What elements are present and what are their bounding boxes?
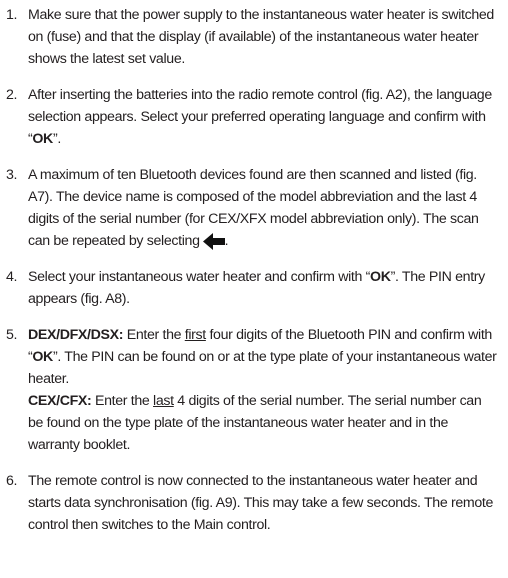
ok-key-label: OK: [370, 269, 391, 285]
step-body: Select your instantaneous water heater a…: [28, 266, 498, 310]
underlined-word-first: first: [184, 327, 206, 343]
step-text: A maximum of ten Bluetooth devices found…: [28, 167, 479, 249]
step-number: 5.: [6, 327, 18, 343]
ok-key-label: OK: [32, 349, 53, 365]
instruction-document: 1. Make sure that the power supply to th…: [0, 0, 508, 536]
step-text: Enter the: [123, 327, 185, 343]
step-4: 4. Select your instantaneous water heate…: [6, 266, 498, 310]
step-body: A maximum of ten Bluetooth devices found…: [28, 164, 498, 252]
step-text: Select your instantaneous water heater a…: [28, 269, 371, 285]
step-number: 4.: [6, 269, 18, 285]
step-text: Make sure that the power supply to the i…: [28, 7, 494, 67]
step-1: 1. Make sure that the power supply to th…: [6, 4, 498, 70]
step-5: 5. DEX/DFX/DSX: Enter the first four dig…: [6, 324, 498, 456]
step-text-end: ”.: [52, 131, 61, 147]
step-number: 2.: [6, 87, 18, 103]
step-number: 1.: [6, 7, 18, 23]
step-text-end: .: [224, 233, 229, 249]
step-number: 3.: [6, 167, 18, 183]
model-label-cex: CEX/CFX:: [28, 393, 92, 409]
step-3: 3. A maximum of ten Bluetooth devices fo…: [6, 164, 498, 252]
model-label-dex: DEX/DFX/DSX:: [28, 327, 124, 343]
step-6: 6. The remote control is now connected t…: [6, 470, 498, 536]
underlined-word-last: last: [153, 393, 174, 409]
step-text: After inserting the batteries into the r…: [28, 87, 492, 147]
step-text: ”. The PIN can be found on or at the typ…: [28, 349, 497, 387]
ok-key-label: OK: [32, 131, 53, 147]
step-text: The remote control is now connected to t…: [28, 473, 494, 533]
step-2: 2. After inserting the batteries into th…: [6, 84, 498, 150]
step-body: After inserting the batteries into the r…: [28, 84, 498, 150]
step-text: Enter the: [91, 393, 154, 409]
step-body: DEX/DFX/DSX: Enter the first four digits…: [28, 324, 498, 456]
back-arrow-icon: [202, 232, 225, 250]
step-number: 6.: [6, 473, 18, 489]
steps-list: 1. Make sure that the power supply to th…: [6, 4, 498, 536]
